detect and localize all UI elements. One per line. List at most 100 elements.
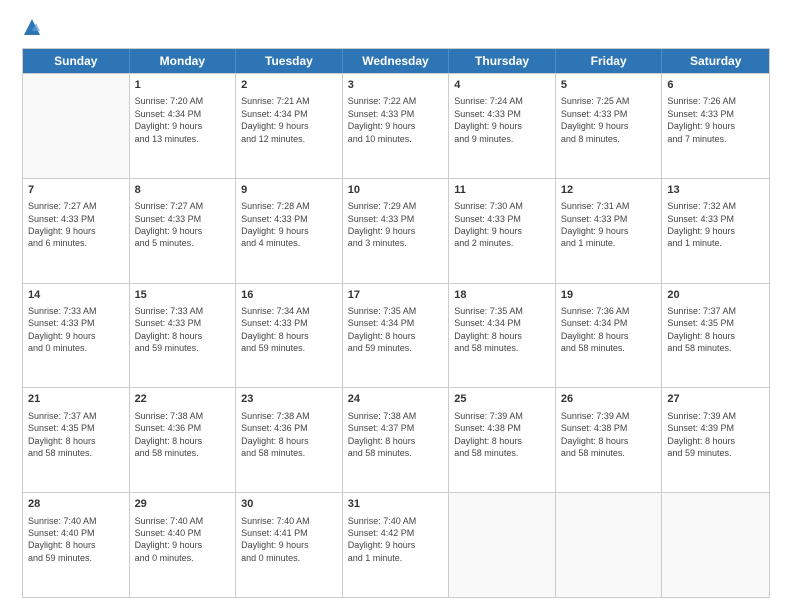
day-cell-6: 6 Sunrise: 7:26 AMSunset: 4:33 PMDaylight… <box>662 74 769 178</box>
page: SundayMondayTuesdayWednesdayThursdayFrid… <box>0 0 792 612</box>
day-number: 7 <box>28 183 124 198</box>
day-info: Sunrise: 7:38 AMSunset: 4:37 PMDaylight:… <box>348 410 444 460</box>
day-info: Sunrise: 7:24 AMSunset: 4:33 PMDaylight:… <box>454 95 550 145</box>
day-number: 29 <box>135 497 231 512</box>
day-number: 5 <box>561 78 657 93</box>
weekday-header-friday: Friday <box>556 49 663 73</box>
day-info: Sunrise: 7:31 AMSunset: 4:33 PMDaylight:… <box>561 200 657 250</box>
day-cell-22: 22 Sunrise: 7:38 AMSunset: 4:36 PMDayligh… <box>130 388 237 492</box>
day-info: Sunrise: 7:30 AMSunset: 4:33 PMDaylight:… <box>454 200 550 250</box>
day-cell-11: 11 Sunrise: 7:30 AMSunset: 4:33 PMDayligh… <box>449 179 556 283</box>
day-number: 24 <box>348 392 444 407</box>
day-info: Sunrise: 7:20 AMSunset: 4:34 PMDaylight:… <box>135 95 231 145</box>
day-cell-14: 14Sunrise: 7:33 AMSunset: 4:33 PMDayligh… <box>23 284 130 388</box>
weekday-header-thursday: Thursday <box>449 49 556 73</box>
day-info: Sunrise: 7:32 AMSunset: 4:33 PMDaylight:… <box>667 200 764 250</box>
day-cell-29: 29Sunrise: 7:40 AMSunset: 4:40 PMDayligh… <box>130 493 237 597</box>
day-cell-23: 23Sunrise: 7:38 AMSunset: 4:36 PMDayligh… <box>236 388 343 492</box>
day-info: Sunrise: 7:39 AMSunset: 4:39 PMDaylight:… <box>667 410 764 460</box>
header <box>22 18 770 38</box>
day-info: Sunrise: 7:40 AMSunset: 4:42 PMDaylight:… <box>348 515 444 565</box>
day-info: Sunrise: 7:38 AMSunset: 4:36 PMDaylight:… <box>135 410 231 460</box>
day-cell-28: 28 Sunrise: 7:40 AMSunset: 4:40 PMDayligh… <box>23 493 130 597</box>
day-number: 17 <box>348 288 444 303</box>
day-cell-27: 27 Sunrise: 7:39 AMSunset: 4:39 PMDayligh… <box>662 388 769 492</box>
day-info: Sunrise: 7:36 AMSunset: 4:34 PMDaylight:… <box>561 305 657 355</box>
day-cell-5: 5 Sunrise: 7:25 AMSunset: 4:33 PMDaylight… <box>556 74 663 178</box>
day-cell-24: 24 Sunrise: 7:38 AMSunset: 4:37 PMDayligh… <box>343 388 450 492</box>
empty-cell-4-5 <box>556 493 663 597</box>
day-cell-2: 2 Sunrise: 7:21 AMSunset: 4:34 PMDaylight… <box>236 74 343 178</box>
day-cell-20: 20 Sunrise: 7:37 AMSunset: 4:35 PMDayligh… <box>662 284 769 388</box>
day-info: Sunrise: 7:35 AMSunset: 4:34 PMDaylight:… <box>348 305 444 355</box>
day-cell-3: 3 Sunrise: 7:22 AMSunset: 4:33 PMDaylight… <box>343 74 450 178</box>
calendar-header-row: SundayMondayTuesdayWednesdayThursdayFrid… <box>23 49 769 73</box>
day-number: 31 <box>348 497 444 512</box>
day-number: 22 <box>135 392 231 407</box>
day-info: Sunrise: 7:39 AMSunset: 4:38 PMDaylight:… <box>454 410 550 460</box>
day-number: 13 <box>667 183 764 198</box>
weekday-header-monday: Monday <box>130 49 237 73</box>
day-info: Sunrise: 7:22 AMSunset: 4:33 PMDaylight:… <box>348 95 444 145</box>
day-number: 9 <box>241 183 337 198</box>
day-info: Sunrise: 7:33 AMSunset: 4:33 PMDaylight:… <box>135 305 231 355</box>
day-info: Sunrise: 7:40 AMSunset: 4:41 PMDaylight:… <box>241 515 337 565</box>
day-number: 15 <box>135 288 231 303</box>
day-cell-8: 8 Sunrise: 7:27 AMSunset: 4:33 PMDaylight… <box>130 179 237 283</box>
empty-cell-0-0 <box>23 74 130 178</box>
day-number: 8 <box>135 183 231 198</box>
day-number: 2 <box>241 78 337 93</box>
day-info: Sunrise: 7:27 AMSunset: 4:33 PMDaylight:… <box>28 200 124 250</box>
day-number: 12 <box>561 183 657 198</box>
day-info: Sunrise: 7:38 AMSunset: 4:36 PMDaylight:… <box>241 410 337 460</box>
weekday-header-tuesday: Tuesday <box>236 49 343 73</box>
day-info: Sunrise: 7:28 AMSunset: 4:33 PMDaylight:… <box>241 200 337 250</box>
day-info: Sunrise: 7:40 AMSunset: 4:40 PMDaylight:… <box>28 515 124 565</box>
day-info: Sunrise: 7:26 AMSunset: 4:33 PMDaylight:… <box>667 95 764 145</box>
empty-cell-4-6 <box>662 493 769 597</box>
day-number: 6 <box>667 78 764 93</box>
day-number: 26 <box>561 392 657 407</box>
day-number: 25 <box>454 392 550 407</box>
day-number: 28 <box>28 497 124 512</box>
day-cell-18: 18Sunrise: 7:35 AMSunset: 4:34 PMDayligh… <box>449 284 556 388</box>
day-number: 11 <box>454 183 550 198</box>
calendar-row-3: 21Sunrise: 7:37 AMSunset: 4:35 PMDayligh… <box>23 387 769 492</box>
calendar-row-1: 7 Sunrise: 7:27 AMSunset: 4:33 PMDaylight… <box>23 178 769 283</box>
day-info: Sunrise: 7:27 AMSunset: 4:33 PMDaylight:… <box>135 200 231 250</box>
day-cell-25: 25 Sunrise: 7:39 AMSunset: 4:38 PMDayligh… <box>449 388 556 492</box>
day-cell-31: 31 Sunrise: 7:40 AMSunset: 4:42 PMDayligh… <box>343 493 450 597</box>
calendar-row-0: 1Sunrise: 7:20 AMSunset: 4:34 PMDaylight… <box>23 73 769 178</box>
day-number: 19 <box>561 288 657 303</box>
day-number: 16 <box>241 288 337 303</box>
day-number: 14 <box>28 288 124 303</box>
calendar: SundayMondayTuesdayWednesdayThursdayFrid… <box>22 48 770 598</box>
weekday-header-wednesday: Wednesday <box>343 49 450 73</box>
day-number: 27 <box>667 392 764 407</box>
day-cell-10: 10 Sunrise: 7:29 AMSunset: 4:33 PMDayligh… <box>343 179 450 283</box>
day-cell-13: 13 Sunrise: 7:32 AMSunset: 4:33 PMDayligh… <box>662 179 769 283</box>
weekday-header-saturday: Saturday <box>662 49 769 73</box>
calendar-body: 1Sunrise: 7:20 AMSunset: 4:34 PMDaylight… <box>23 73 769 597</box>
day-cell-4: 4 Sunrise: 7:24 AMSunset: 4:33 PMDaylight… <box>449 74 556 178</box>
day-number: 30 <box>241 497 337 512</box>
day-cell-12: 12 Sunrise: 7:31 AMSunset: 4:33 PMDayligh… <box>556 179 663 283</box>
day-cell-7: 7 Sunrise: 7:27 AMSunset: 4:33 PMDaylight… <box>23 179 130 283</box>
day-info: Sunrise: 7:29 AMSunset: 4:33 PMDaylight:… <box>348 200 444 250</box>
day-cell-19: 19 Sunrise: 7:36 AMSunset: 4:34 PMDayligh… <box>556 284 663 388</box>
calendar-row-4: 28 Sunrise: 7:40 AMSunset: 4:40 PMDayligh… <box>23 492 769 597</box>
day-info: Sunrise: 7:25 AMSunset: 4:33 PMDaylight:… <box>561 95 657 145</box>
day-cell-26: 26Sunrise: 7:39 AMSunset: 4:38 PMDayligh… <box>556 388 663 492</box>
day-cell-1: 1Sunrise: 7:20 AMSunset: 4:34 PMDaylight… <box>130 74 237 178</box>
day-number: 10 <box>348 183 444 198</box>
day-info: Sunrise: 7:21 AMSunset: 4:34 PMDaylight:… <box>241 95 337 145</box>
empty-cell-4-4 <box>449 493 556 597</box>
day-number: 18 <box>454 288 550 303</box>
logo-icon <box>23 18 41 36</box>
day-info: Sunrise: 7:37 AMSunset: 4:35 PMDaylight:… <box>28 410 124 460</box>
day-number: 4 <box>454 78 550 93</box>
day-number: 20 <box>667 288 764 303</box>
day-number: 3 <box>348 78 444 93</box>
calendar-row-2: 14 Sunrise: 7:33 AMSunset: 4:33 PMDayligh… <box>23 283 769 388</box>
day-info: Sunrise: 7:37 AMSunset: 4:35 PMDaylight:… <box>667 305 764 355</box>
